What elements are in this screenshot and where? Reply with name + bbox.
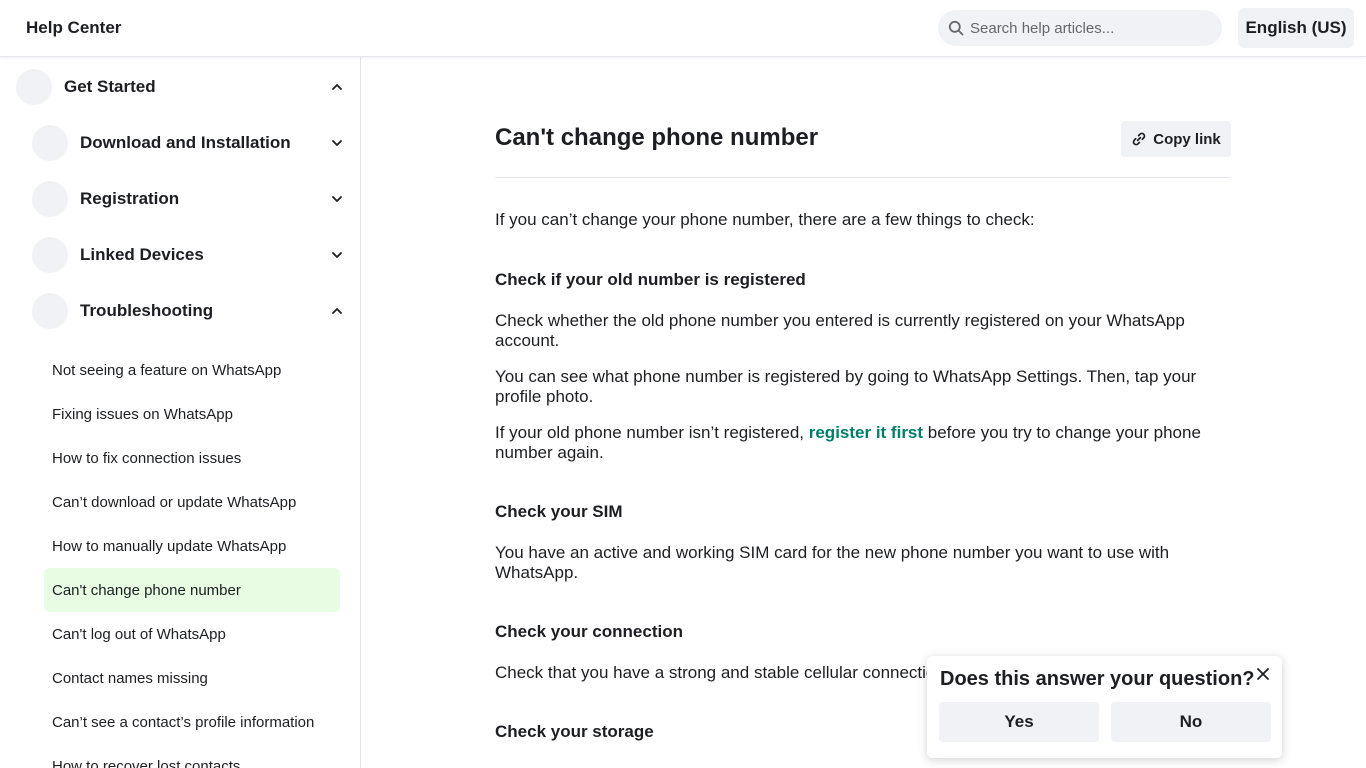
search-icon (948, 20, 964, 36)
paragraph-sim: You have an active and working SIM card … (495, 543, 1170, 582)
chevron-up-icon (332, 84, 342, 90)
section-icon-placeholder (32, 237, 68, 273)
section-icon-placeholder (16, 69, 52, 105)
sidebar-section-label: Registration (80, 189, 180, 208)
chevron-down-icon (332, 196, 342, 202)
section-heading-connection: Check your connection (495, 622, 683, 641)
section-heading-sim: Check your SIM (495, 502, 623, 521)
close-icon[interactable] (1253, 664, 1273, 684)
link-icon (1132, 132, 1146, 146)
paragraph-register-first: If your old phone number isn’t registere… (495, 423, 1231, 463)
feedback-popup: Does this answer your question? Yes No (927, 656, 1282, 758)
article-title: Can't change phone number (495, 124, 819, 151)
feedback-question: Does this answer your question? (940, 668, 1255, 690)
copy-link-label: Copy link (1153, 130, 1221, 148)
chevron-up-icon (332, 308, 342, 314)
paragraph-see-registered-number: You can see what phone number is registe… (495, 367, 1197, 406)
sidebar-section-download-installation[interactable]: Download and Installation (32, 123, 346, 163)
feedback-yes-button[interactable]: Yes (939, 702, 1099, 742)
top-header: Help Center English (US) (0, 0, 1366, 57)
help-center-brand[interactable]: Help Center (26, 18, 121, 38)
chevron-down-icon (332, 252, 342, 258)
chevron-down-icon (332, 140, 342, 146)
sidebar-item-contact-profile-info[interactable]: Can’t see a contact’s profile informatio… (44, 700, 340, 744)
sidebar-navigation: Get Started Download and Installation Re… (0, 57, 361, 768)
copy-link-button[interactable]: Copy link (1121, 121, 1231, 157)
paragraph-text: If your old phone number isn’t registere… (495, 423, 809, 442)
sidebar-item-cant-download-update[interactable]: Can’t download or update WhatsApp (44, 480, 340, 524)
search-box[interactable] (938, 10, 1222, 46)
sidebar-item-manually-update[interactable]: How to manually update WhatsApp (44, 524, 340, 568)
sidebar-item-connection-issues[interactable]: How to fix connection issues (44, 436, 340, 480)
register-it-first-link[interactable]: register it first (809, 423, 923, 442)
sidebar-section-get-started[interactable]: Get Started (16, 67, 346, 107)
feedback-no-button[interactable]: No (1111, 702, 1271, 742)
sidebar-section-linked-devices[interactable]: Linked Devices (32, 235, 346, 275)
section-heading-old-number: Check if your old number is registered (495, 270, 806, 289)
sidebar-item-fixing-issues[interactable]: Fixing issues on WhatsApp (44, 392, 340, 436)
search-input[interactable] (970, 19, 1210, 37)
language-selector-button[interactable]: English (US) (1238, 8, 1354, 48)
title-divider (495, 177, 1231, 178)
paragraph-check-old-number: Check whether the old phone number you e… (495, 311, 1185, 350)
sidebar-section-label: Troubleshooting (80, 301, 214, 320)
article-intro: If you can’t change your phone number, t… (495, 210, 1035, 229)
section-heading-storage: Check your storage (495, 722, 654, 741)
sidebar-section-troubleshooting[interactable]: Troubleshooting (32, 291, 346, 331)
section-icon-placeholder (32, 293, 68, 329)
sidebar-item-cant-log-out[interactable]: Can't log out of WhatsApp (44, 612, 340, 656)
sidebar-item-not-seeing-feature[interactable]: Not seeing a feature on WhatsApp (44, 348, 340, 392)
section-icon-placeholder (32, 125, 68, 161)
sidebar-item-contact-names-missing[interactable]: Contact names missing (44, 656, 340, 700)
sidebar-item-recover-lost-contacts[interactable]: How to recover lost contacts (44, 744, 340, 768)
sidebar-section-label: Download and Installation (80, 133, 291, 152)
section-icon-placeholder (32, 181, 68, 217)
sidebar-section-label: Linked Devices (80, 245, 204, 264)
sidebar-item-cant-change-phone-number[interactable]: Can't change phone number (44, 568, 340, 612)
sidebar-section-registration[interactable]: Registration (32, 179, 346, 219)
sidebar-section-label: Get Started (64, 77, 156, 96)
